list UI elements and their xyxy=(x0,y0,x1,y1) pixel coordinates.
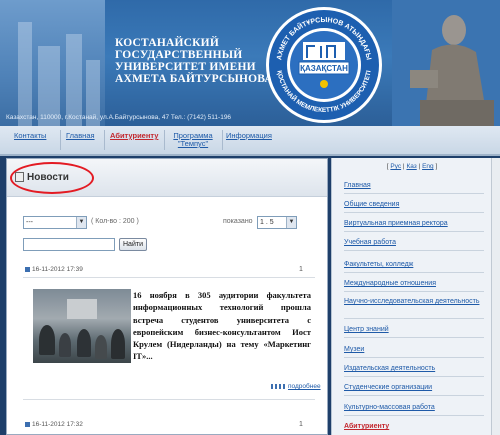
arrow-icon xyxy=(271,383,285,389)
sidebar-divider xyxy=(344,193,484,194)
sidebar-divider xyxy=(344,337,484,338)
sidebar-item-museums[interactable]: Музеи xyxy=(344,346,484,355)
sidebar-item-applicants[interactable]: Абитуриенту xyxy=(344,423,484,432)
news-date: 16-11-2012 17:32 xyxy=(25,421,83,428)
category-select[interactable]: --- ▼ xyxy=(23,216,87,229)
sidebar-item-general[interactable]: Общие сведения xyxy=(344,201,484,210)
sidebar-item-international[interactable]: Международные отношения xyxy=(344,280,484,289)
read-more-label: подробнее xyxy=(288,383,321,390)
sidebar-item-faculties[interactable]: Факультеты, колледж xyxy=(344,261,484,270)
title-line: УНИВЕРСИТЕТ ИМЕНИ xyxy=(115,61,256,73)
lang-kz[interactable]: Каз xyxy=(406,163,416,170)
sidebar-divider xyxy=(344,376,484,377)
sidebar-item-knowledge[interactable]: Центр знаний xyxy=(344,326,484,335)
sidebar-divider xyxy=(344,272,484,273)
lang-ru[interactable]: Рус xyxy=(390,163,401,170)
nav-info[interactable]: Информация xyxy=(226,132,272,140)
search-input[interactable] xyxy=(23,238,115,251)
news-date-text: 16-11-2012 17:32 xyxy=(32,421,83,428)
language-switcher: [ Рус | Каз | Eng ] xyxy=(386,163,438,170)
nav-divider xyxy=(60,130,61,150)
title-line: АХМЕТА БАЙТУРСЫНОВА xyxy=(115,73,273,85)
sidebar-item-publishing[interactable]: Издательская деятельность xyxy=(344,365,484,374)
sidebar-divider xyxy=(344,318,484,319)
nav-home[interactable]: Главная xyxy=(66,132,95,140)
category-select-value: --- xyxy=(26,219,33,226)
news-number: 1 xyxy=(299,421,303,428)
building-image xyxy=(0,0,105,126)
address-text: Казахстан, 110000, г.Костанай, ул.А.Байт… xyxy=(6,114,232,121)
range-select-value: 1 . 5 xyxy=(260,219,274,226)
bullet-icon xyxy=(25,266,30,272)
news-header: Новости xyxy=(7,159,327,197)
news-photo[interactable] xyxy=(33,289,131,363)
sidebar-item-students[interactable]: Студенческие организации xyxy=(344,384,484,393)
news-panel: Новости --- ▼ ( Кол-во : 200 ) показано … xyxy=(6,158,328,435)
range-select[interactable]: 1 . 5 ▼ xyxy=(257,216,297,229)
title-line: ГОСУДАРСТВЕННЫЙ xyxy=(115,49,243,61)
sidebar-divider xyxy=(344,212,484,213)
sidebar: [ Рус | Каз | Eng ] Главная Общие сведен… xyxy=(331,158,491,435)
news-text[interactable]: 16 ноября в 305 аудитории факультета инф… xyxy=(133,289,311,363)
chevron-down-icon[interactable]: ▼ xyxy=(286,217,296,228)
nav-divider xyxy=(104,130,105,150)
read-more-link[interactable]: подробнее xyxy=(271,383,321,390)
main-nav: Контакты Главная Абитуриенту Программа "… xyxy=(0,126,500,156)
bullet-icon xyxy=(25,421,30,427)
sidebar-divider xyxy=(344,415,484,416)
sidebar-divider xyxy=(344,357,484,358)
highlight-circle xyxy=(10,162,94,194)
news-number: 1 xyxy=(299,266,303,273)
nav-applicants[interactable]: Абитуриенту xyxy=(110,132,158,140)
news-date-text: 16-11-2012 17:39 xyxy=(32,266,83,273)
sidebar-divider xyxy=(344,231,484,232)
nav-tempus[interactable]: Программа "Темпус" xyxy=(168,132,218,148)
sidebar-item-culture[interactable]: Культурно-массовая работа xyxy=(344,404,484,413)
university-logo: АХМЕТ БАЙТҰРСЫНОВ АТЫНДАҒЫ ҚОСТАНАЙ МЕМЛ… xyxy=(266,7,382,123)
university-title: КОСТАНАЙСКИЙ ГОСУДАРСТВЕННЫЙ УНИВЕРСИТЕТ… xyxy=(115,37,273,85)
sidebar-divider xyxy=(344,291,484,292)
divider xyxy=(23,399,315,400)
sidebar-item-rector[interactable]: Виртуальная приемная ректора xyxy=(344,220,484,229)
sidebar-item-home[interactable]: Главная xyxy=(344,182,484,191)
sidebar-divider xyxy=(344,250,484,251)
statue-image xyxy=(392,0,500,126)
nav-divider xyxy=(222,130,223,150)
title-line: КОСТАНАЙСКИЙ xyxy=(115,37,219,49)
nav-divider xyxy=(164,130,165,150)
sidebar-item-research[interactable]: Научно-исследовательская деятельность xyxy=(344,298,484,307)
sidebar-divider xyxy=(344,395,484,396)
divider xyxy=(23,277,315,278)
sidebar-item-study[interactable]: Учебная работа xyxy=(344,239,484,248)
shown-label: показано xyxy=(223,218,253,225)
site-header: КОСТАНАЙСКИЙ ГОСУДАРСТВЕННЫЙ УНИВЕРСИТЕТ… xyxy=(0,0,500,126)
lang-en[interactable]: Eng xyxy=(422,163,434,170)
logo-center-text: ҚАЗАҚСТАН xyxy=(300,64,348,73)
news-date: 16-11-2012 17:39 xyxy=(25,266,83,273)
scrollbar[interactable] xyxy=(491,158,500,435)
news-count: ( Кол-во : 200 ) xyxy=(91,218,139,225)
nav-contacts[interactable]: Контакты xyxy=(14,132,46,140)
find-button[interactable]: Найти xyxy=(119,238,147,251)
chevron-down-icon[interactable]: ▼ xyxy=(76,217,86,228)
